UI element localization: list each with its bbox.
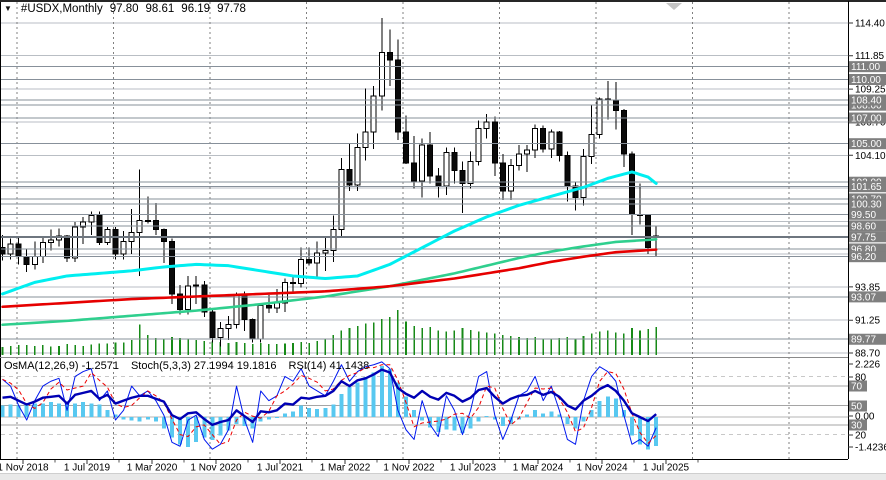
osma-label: OsMA(12,26,9) -1.2571 xyxy=(4,360,119,372)
ohlc-low: 96.19 xyxy=(181,3,210,15)
stoch-label: Stoch(5,3,3) 27.1994 19.1816 xyxy=(131,360,277,372)
symbol-period-label: #USDX,Monthly xyxy=(21,3,103,15)
indicator-labels: OsMA(12,26,9) -1.2571 Stoch(5,3,3) 27.19… xyxy=(4,360,369,372)
ohlc-open: 97.80 xyxy=(110,3,139,15)
price-scale[interactable] xyxy=(848,0,886,460)
chart-dropdown-icon[interactable]: ▼ xyxy=(4,4,12,14)
ohlc-close: 97.78 xyxy=(217,3,246,15)
indicator-pane[interactable] xyxy=(1,358,848,459)
chart-window: 114.40111.85109.25106.70104.1093.8591.25… xyxy=(0,0,886,480)
chart-title-bar: ▼ #USDX,Monthly 97.80 98.61 96.19 97.78 xyxy=(4,3,246,15)
ohlc-high: 98.61 xyxy=(146,3,175,15)
time-scale[interactable] xyxy=(0,459,886,474)
chart-canvas: 114.40111.85109.25106.70104.1093.8591.25… xyxy=(0,0,886,480)
rsi-label: RSI(14) 41.1438 xyxy=(289,360,370,372)
main-chart-area[interactable] xyxy=(1,2,848,357)
